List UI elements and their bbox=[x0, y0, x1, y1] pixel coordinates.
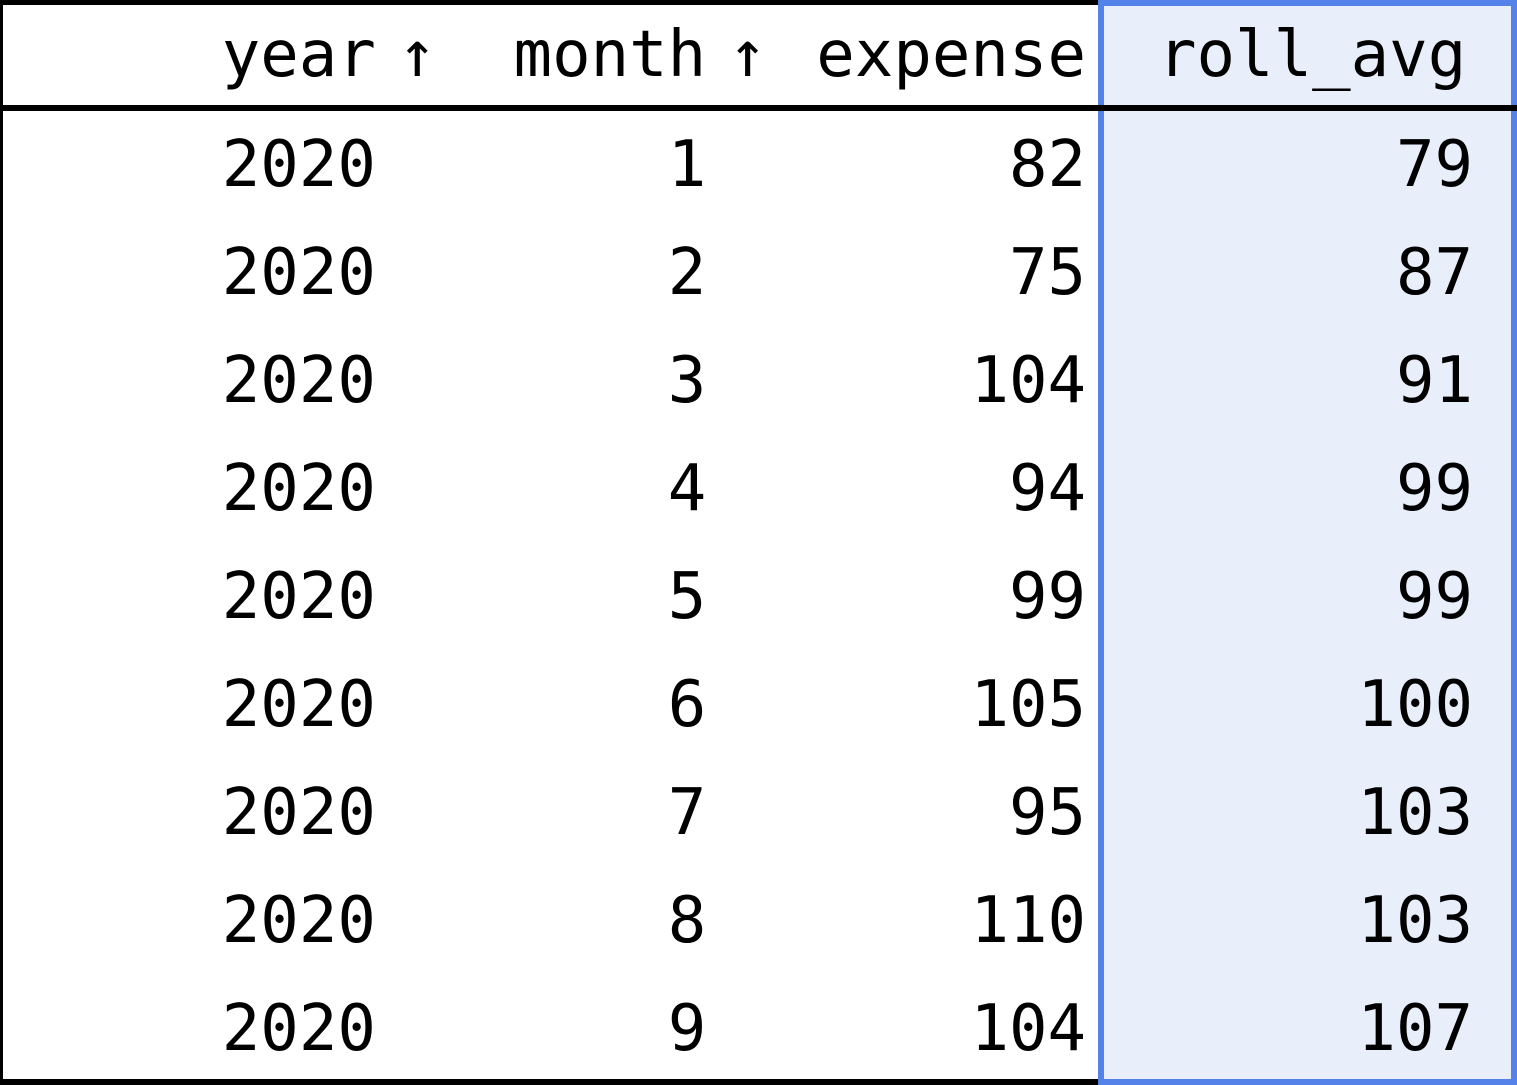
cell-roll-avg: 103 bbox=[1357, 776, 1473, 850]
cell-roll-avg: 87 bbox=[1395, 236, 1473, 310]
cell-year: 2020 bbox=[221, 992, 376, 1066]
cell-year: 2020 bbox=[221, 128, 376, 202]
cell-year: 2020 bbox=[221, 236, 376, 310]
cell-month: 9 bbox=[667, 992, 707, 1066]
cell-expense: 105 bbox=[970, 668, 1087, 742]
cell-roll-avg: 103 bbox=[1357, 884, 1473, 958]
table-row: 2020 6 105 100 bbox=[0, 651, 1517, 759]
cell-roll-avg: 99 bbox=[1395, 560, 1473, 634]
cell-month: 1 bbox=[667, 128, 707, 202]
cell-expense: 104 bbox=[970, 344, 1087, 418]
table-row: 2020 8 110 103 bbox=[0, 867, 1517, 975]
sort-ascending-icon-month[interactable]: ↑ bbox=[706, 23, 789, 87]
column-header-expense[interactable]: expense bbox=[789, 23, 1102, 87]
cell-roll-avg: 107 bbox=[1357, 992, 1473, 1066]
cell-month: 2 bbox=[667, 236, 707, 310]
cell-expense: 75 bbox=[1009, 236, 1087, 310]
cell-expense: 94 bbox=[1009, 452, 1087, 526]
cell-roll-avg: 99 bbox=[1395, 452, 1473, 526]
column-header-month[interactable]: month bbox=[459, 23, 707, 87]
cell-month: 4 bbox=[667, 452, 707, 526]
cell-month: 6 bbox=[667, 668, 707, 742]
dataframe-table: year ↑ month ↑ expense roll_avg 2020 1 82 7… bbox=[0, 0, 1517, 1085]
table-row: 2020 2 75 87 bbox=[0, 219, 1517, 327]
table-row: 2020 4 94 99 bbox=[0, 435, 1517, 543]
table-grid: year ↑ month ↑ expense roll_avg 2020 1 82 7… bbox=[0, 0, 1517, 1085]
cell-year: 2020 bbox=[221, 560, 376, 634]
cell-roll-avg: 91 bbox=[1395, 344, 1473, 418]
cell-year: 2020 bbox=[221, 884, 376, 958]
table-row: 2020 9 104 107 bbox=[0, 975, 1517, 1083]
cell-month: 5 bbox=[667, 560, 707, 634]
column-header-year[interactable]: year bbox=[0, 23, 376, 87]
cell-expense: 104 bbox=[970, 992, 1087, 1066]
cell-year: 2020 bbox=[221, 776, 376, 850]
cell-month: 3 bbox=[667, 344, 707, 418]
table-row: 2020 3 104 91 bbox=[0, 327, 1517, 435]
table-rows-container: 2020 1 82 79 2020 2 75 87 2020 3 104 91 2020 4 94 99 202… bbox=[0, 111, 1517, 1083]
sort-ascending-icon-year[interactable]: ↑ bbox=[376, 23, 459, 87]
cell-year: 2020 bbox=[221, 668, 376, 742]
cell-year: 2020 bbox=[221, 452, 376, 526]
cell-expense: 82 bbox=[1009, 128, 1087, 202]
table-row: 2020 5 99 99 bbox=[0, 543, 1517, 651]
table-header-row: year ↑ month ↑ expense roll_avg bbox=[0, 5, 1517, 105]
cell-roll-avg: 79 bbox=[1395, 128, 1473, 202]
cell-month: 7 bbox=[667, 776, 707, 850]
table-row: 2020 7 95 103 bbox=[0, 759, 1517, 867]
cell-month: 8 bbox=[667, 884, 707, 958]
cell-roll-avg: 100 bbox=[1357, 668, 1473, 742]
table-row: 2020 1 82 79 bbox=[0, 111, 1517, 219]
cell-expense: 99 bbox=[1009, 560, 1087, 634]
cell-expense: 110 bbox=[970, 884, 1087, 958]
column-header-roll-avg[interactable]: roll_avg bbox=[1102, 23, 1517, 87]
cell-year: 2020 bbox=[221, 344, 376, 418]
cell-expense: 95 bbox=[1009, 776, 1087, 850]
